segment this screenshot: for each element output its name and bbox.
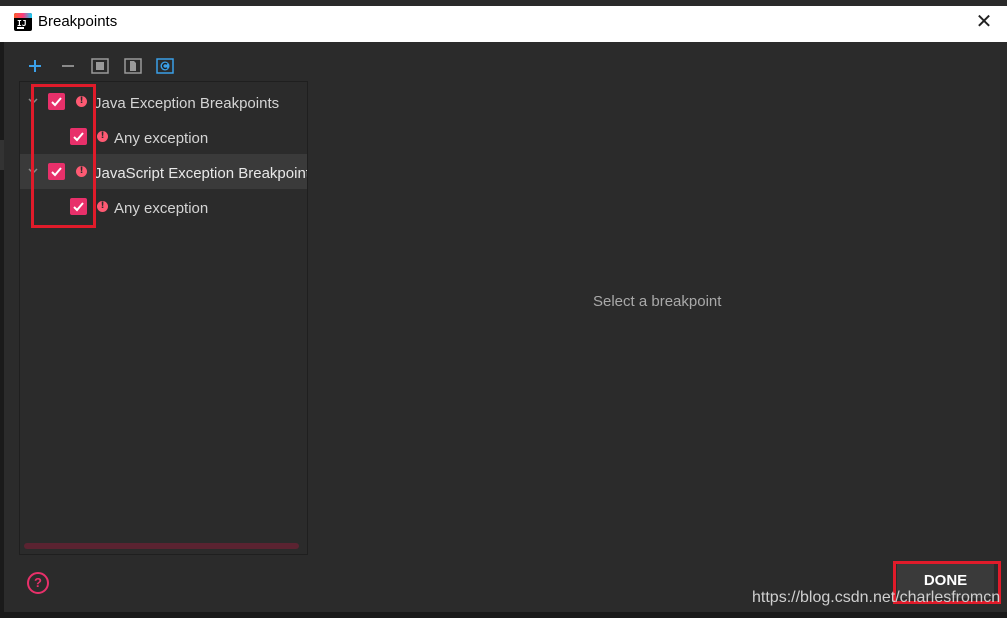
group-by-package-button[interactable] bbox=[91, 57, 109, 75]
group-by-file-icon bbox=[124, 58, 142, 74]
detail-placeholder: Select a breakpoint bbox=[593, 293, 722, 310]
close-button[interactable]: ✕ bbox=[973, 11, 995, 33]
tree-item-label: JavaScript Exception Breakpoints bbox=[94, 165, 308, 182]
add-breakpoint-button[interactable] bbox=[26, 57, 44, 75]
exception-breakpoint-icon: ! bbox=[97, 201, 108, 212]
checkbox-highlight-box bbox=[31, 84, 96, 228]
exception-breakpoint-icon: ! bbox=[97, 131, 108, 142]
tree-item-label: Java Exception Breakpoints bbox=[94, 95, 280, 112]
tree-item-label: Any exception bbox=[114, 200, 209, 217]
window-title: Breakpoints bbox=[38, 13, 118, 30]
top-strip bbox=[0, 0, 1007, 6]
tree-item-label: Any exception bbox=[114, 130, 209, 147]
group-by-package-icon bbox=[91, 58, 109, 74]
horizontal-scrollbar[interactable] bbox=[24, 543, 299, 549]
intellij-app-icon: IJ bbox=[14, 13, 32, 31]
remove-breakpoint-button[interactable] bbox=[59, 57, 77, 75]
add-icon bbox=[29, 60, 41, 72]
remove-icon bbox=[62, 65, 74, 67]
group-by-class-button[interactable] bbox=[156, 57, 174, 75]
help-button[interactable]: ? bbox=[27, 572, 49, 594]
group-by-class-icon bbox=[156, 58, 174, 74]
bottom-border bbox=[0, 612, 1007, 618]
group-by-file-button[interactable] bbox=[124, 57, 142, 75]
watermark-text: https://blog.csdn.net/charlesfromcn bbox=[752, 589, 1001, 606]
window-titlebar bbox=[0, 0, 1007, 42]
